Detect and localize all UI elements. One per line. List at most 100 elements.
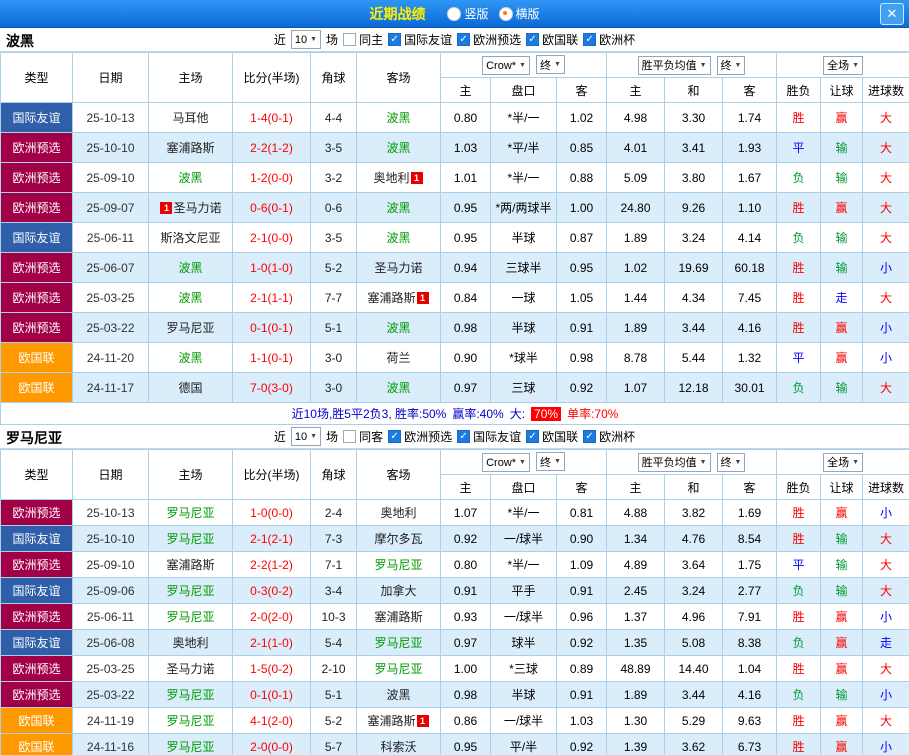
date-column-header: 日期 bbox=[73, 53, 149, 103]
league-filter-label: 国际友谊 bbox=[404, 31, 452, 48]
league-filter[interactable]: ✓国际友谊 bbox=[388, 31, 452, 48]
horizontal-layout-radio[interactable] bbox=[499, 7, 513, 21]
league-filter-checkbox[interactable]: ✓ bbox=[583, 33, 596, 46]
vertical-layout-label[interactable]: 竖版 bbox=[464, 5, 488, 22]
league-filter-checkbox[interactable]: ✓ bbox=[526, 430, 539, 443]
league-filter[interactable]: ✓欧洲杯 bbox=[583, 31, 635, 48]
league-filter[interactable]: ✓欧国联 bbox=[526, 428, 578, 445]
home-team-cell: 马耳他 bbox=[149, 103, 233, 133]
avg-away-cell: 30.01 bbox=[723, 373, 777, 403]
league-filter[interactable]: ✓欧洲预选 bbox=[388, 428, 452, 445]
bookmaker-select[interactable]: Crow*▼ bbox=[482, 453, 530, 472]
handicap-cell: *两/两球半 bbox=[491, 193, 557, 223]
date-cell: 25-03-25 bbox=[73, 283, 149, 313]
league-filter-checkbox[interactable]: ✓ bbox=[583, 430, 596, 443]
avg-home-cell: 4.01 bbox=[607, 133, 665, 163]
league-filter[interactable]: ✓欧国联 bbox=[526, 31, 578, 48]
result-wdl-cell: 平 bbox=[777, 343, 821, 373]
odds-final-select[interactable]: 终▼ bbox=[536, 452, 565, 471]
avg-final-select[interactable]: 终▼ bbox=[717, 453, 746, 472]
avg-odds-select[interactable]: 胜平负均值▼ bbox=[638, 56, 711, 75]
titlebar: 近期战绩 竖版 横版 ✕ bbox=[0, 0, 909, 28]
venue-filter[interactable]: 同客 bbox=[343, 428, 383, 445]
results-table: 类型日期主场比分(半场)角球客场Crow*▼终▼胜平负均值▼终▼全场▼主盘口客主… bbox=[0, 52, 909, 425]
result-wdl-cell: 胜 bbox=[777, 313, 821, 343]
league-filter-checkbox[interactable]: ✓ bbox=[388, 33, 401, 46]
vertical-layout-radio[interactable] bbox=[447, 7, 461, 21]
result-handicap-cell: 输 bbox=[821, 253, 863, 283]
odds-home-cell: 0.97 bbox=[441, 630, 491, 656]
result-goals-cell: 大 bbox=[863, 223, 909, 253]
odds-away-cell: 0.98 bbox=[557, 343, 607, 373]
match-scope-select[interactable]: 全场▼ bbox=[823, 453, 863, 472]
avg-draw-cell: 3.44 bbox=[665, 682, 723, 708]
horizontal-layout-label[interactable]: 横版 bbox=[516, 5, 540, 22]
handicap-cell: 半球 bbox=[491, 682, 557, 708]
league-filter-checkbox[interactable]: ✓ bbox=[457, 33, 470, 46]
date-cell: 25-10-10 bbox=[73, 526, 149, 552]
odds-final-select[interactable]: 终▼ bbox=[536, 55, 565, 74]
venue-filter-checkbox[interactable] bbox=[343, 33, 356, 46]
result-goals-cell: 大 bbox=[863, 578, 909, 604]
avg-home-cell: 5.09 bbox=[607, 163, 665, 193]
league-filter[interactable]: ✓国际友谊 bbox=[457, 428, 521, 445]
team-name-text: 罗马尼亚 bbox=[374, 662, 422, 676]
away-team-cell: 波黑 bbox=[357, 103, 441, 133]
team-name-text: 波黑 bbox=[178, 291, 202, 305]
odds-home-cell: 0.91 bbox=[441, 578, 491, 604]
home-column-header: 主场 bbox=[149, 450, 233, 500]
match-scope-select-value: 全场 bbox=[827, 454, 849, 470]
avg-odds-select[interactable]: 胜平负均值▼ bbox=[638, 453, 711, 472]
avg-draw-cell: 12.18 bbox=[665, 373, 723, 403]
type-column-header: 类型 bbox=[1, 53, 73, 103]
avg-away-cell: 60.18 bbox=[723, 253, 777, 283]
corners-cell: 7-3 bbox=[311, 526, 357, 552]
league-type-cell: 欧洲预选 bbox=[1, 656, 73, 682]
league-type-cell: 国际友谊 bbox=[1, 630, 73, 656]
corners-cell: 4-4 bbox=[311, 103, 357, 133]
league-type-cell: 国际友谊 bbox=[1, 223, 73, 253]
results-table: 类型日期主场比分(半场)角球客场Crow*▼终▼胜平负均值▼终▼全场▼主盘口客主… bbox=[0, 449, 909, 755]
league-filter-checkbox[interactable]: ✓ bbox=[457, 430, 470, 443]
score-cell: 1-1(0-1) bbox=[233, 343, 311, 373]
home-team-cell: 波黑 bbox=[149, 253, 233, 283]
odds-home-cell: 0.94 bbox=[441, 253, 491, 283]
avg-away-cell: 1.67 bbox=[723, 163, 777, 193]
avg-away-header: 客 bbox=[723, 475, 777, 500]
venue-filter-label: 同主 bbox=[359, 31, 383, 48]
league-filter-checkbox[interactable]: ✓ bbox=[388, 430, 401, 443]
league-filter[interactable]: ✓欧洲杯 bbox=[583, 428, 635, 445]
avg-home-cell: 1.34 bbox=[607, 526, 665, 552]
close-icon[interactable]: ✕ bbox=[880, 3, 904, 25]
match-count-select[interactable]: 10▼ bbox=[291, 30, 321, 49]
summary-segment: 赢率:40% bbox=[452, 407, 503, 421]
away-team-cell: 波黑 bbox=[357, 223, 441, 253]
odds-away-cell: 0.92 bbox=[557, 373, 607, 403]
match-scope-select[interactable]: 全场▼ bbox=[823, 56, 863, 75]
venue-filter[interactable]: 同主 bbox=[343, 31, 383, 48]
team-name-text: 塞浦路斯 bbox=[367, 714, 415, 728]
score-cell: 1-0(1-0) bbox=[233, 253, 311, 283]
avg-draw-cell: 3.80 bbox=[665, 163, 723, 193]
league-filter[interactable]: ✓欧洲预选 bbox=[457, 31, 521, 48]
bookmaker-select-value: Crow* bbox=[486, 60, 516, 72]
scope-group-header: 全场▼ bbox=[777, 450, 909, 475]
avg-draw-cell: 5.08 bbox=[665, 630, 723, 656]
section-filter-controls: 近10▼场同客✓欧洲预选✓国际友谊✓欧国联✓欧洲杯 bbox=[274, 427, 635, 446]
bookmaker-select[interactable]: Crow*▼ bbox=[482, 56, 530, 75]
result-handicap-cell: 赢 bbox=[821, 103, 863, 133]
team-name-text: 罗马尼亚 bbox=[166, 321, 214, 335]
score-cell: 1-2(0-0) bbox=[233, 163, 311, 193]
team-name-text: 摩尔多瓦 bbox=[374, 532, 422, 546]
score-column-header: 比分(半场) bbox=[233, 53, 311, 103]
avg-final-select[interactable]: 终▼ bbox=[717, 56, 746, 75]
dropdown-arrow-icon: ▼ bbox=[310, 433, 317, 440]
match-count-select[interactable]: 10▼ bbox=[291, 427, 321, 446]
venue-filter-checkbox[interactable] bbox=[343, 430, 356, 443]
avg-away-cell: 7.45 bbox=[723, 283, 777, 313]
league-filter-checkbox[interactable]: ✓ bbox=[526, 33, 539, 46]
result-wdl-cell: 胜 bbox=[777, 253, 821, 283]
red-card-badge: 1 bbox=[411, 172, 423, 184]
odds-home-cell: 0.95 bbox=[441, 193, 491, 223]
home-team-cell: 斯洛文尼亚 bbox=[149, 223, 233, 253]
